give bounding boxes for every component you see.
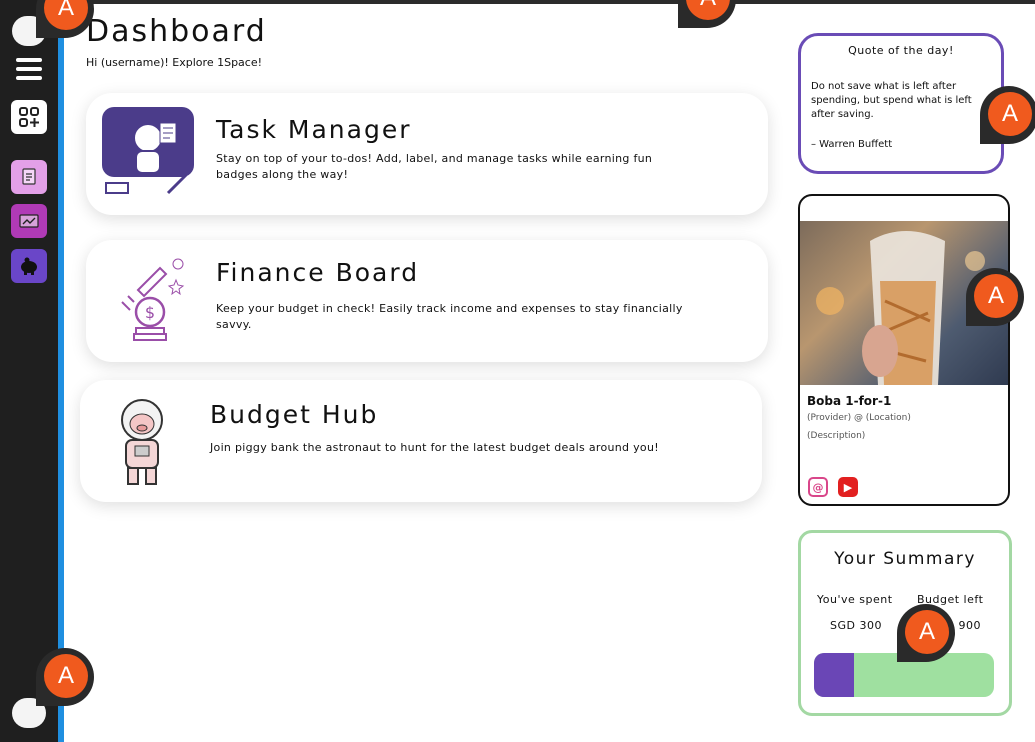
deal-card[interactable]: Boba 1-for-1 (Provider) @ (Location) (De… bbox=[798, 194, 1010, 506]
finance-board-card[interactable]: $ Finance Board Keep your budget in chec… bbox=[86, 240, 768, 362]
deal-provider: (Provider) @ (Location) bbox=[807, 413, 911, 423]
task-manager-card[interactable]: Task Manager Stay on top of your to-dos!… bbox=[86, 93, 768, 215]
overlay-badge[interactable]: A bbox=[980, 86, 1035, 144]
greeting-text: Hi (username)! Explore 1Space! bbox=[86, 56, 263, 69]
deal-title: Boba 1-for-1 bbox=[807, 394, 892, 408]
spent-value: SGD 300 bbox=[830, 619, 882, 632]
summary-heading: Your Summary bbox=[834, 549, 976, 569]
spent-label: You've spent bbox=[817, 593, 893, 606]
overlay-badge[interactable]: A bbox=[678, 0, 736, 28]
youtube-icon[interactable]: ▶ bbox=[838, 477, 858, 497]
deal-description: (Description) bbox=[807, 431, 866, 441]
finance-board-icon[interactable] bbox=[11, 204, 47, 238]
rocket-money-illustration: $ bbox=[121, 258, 185, 341]
overlay-badge[interactable]: A bbox=[36, 648, 94, 706]
sidebar-accent-border bbox=[58, 0, 64, 742]
page-title: Dashboard bbox=[86, 14, 267, 49]
overlay-badge[interactable]: A bbox=[36, 0, 94, 38]
card-title: Finance Board bbox=[216, 258, 420, 287]
overlay-badge[interactable]: A bbox=[966, 268, 1024, 326]
quote-author: – Warren Buffett bbox=[811, 139, 893, 150]
menu-icon[interactable] bbox=[16, 58, 42, 80]
quote-card: Quote of the day! Do not save what is le… bbox=[798, 33, 1004, 174]
dashboard-grid-icon[interactable] bbox=[11, 100, 47, 134]
top-border bbox=[0, 0, 1035, 4]
budget-hub-card[interactable]: Budget Hub Join piggy bank the astronaut… bbox=[80, 380, 762, 502]
spent-fill bbox=[814, 653, 854, 697]
card-title: Task Manager bbox=[216, 115, 412, 144]
sidebar bbox=[0, 0, 58, 742]
card-description: Keep your budget in check! Easily track … bbox=[216, 302, 683, 331]
piggy-astronaut-illustration bbox=[121, 399, 163, 485]
quote-text: Do not save what is left after spending,… bbox=[811, 81, 972, 120]
instagram-icon[interactable]: @ bbox=[808, 477, 828, 497]
piggy-bank-icon[interactable] bbox=[11, 249, 47, 283]
card-description: Join piggy bank the astronaut to hunt fo… bbox=[210, 441, 659, 454]
quote-heading: Quote of the day! bbox=[848, 44, 954, 57]
svg-text:$: $ bbox=[145, 303, 155, 322]
card-description: Stay on top of your to-dos! Add, label, … bbox=[216, 152, 653, 181]
overlay-badge[interactable]: A bbox=[897, 604, 955, 662]
astronaut-task-illustration bbox=[102, 107, 194, 195]
task-manager-icon[interactable] bbox=[11, 160, 47, 194]
card-title: Budget Hub bbox=[210, 400, 379, 429]
